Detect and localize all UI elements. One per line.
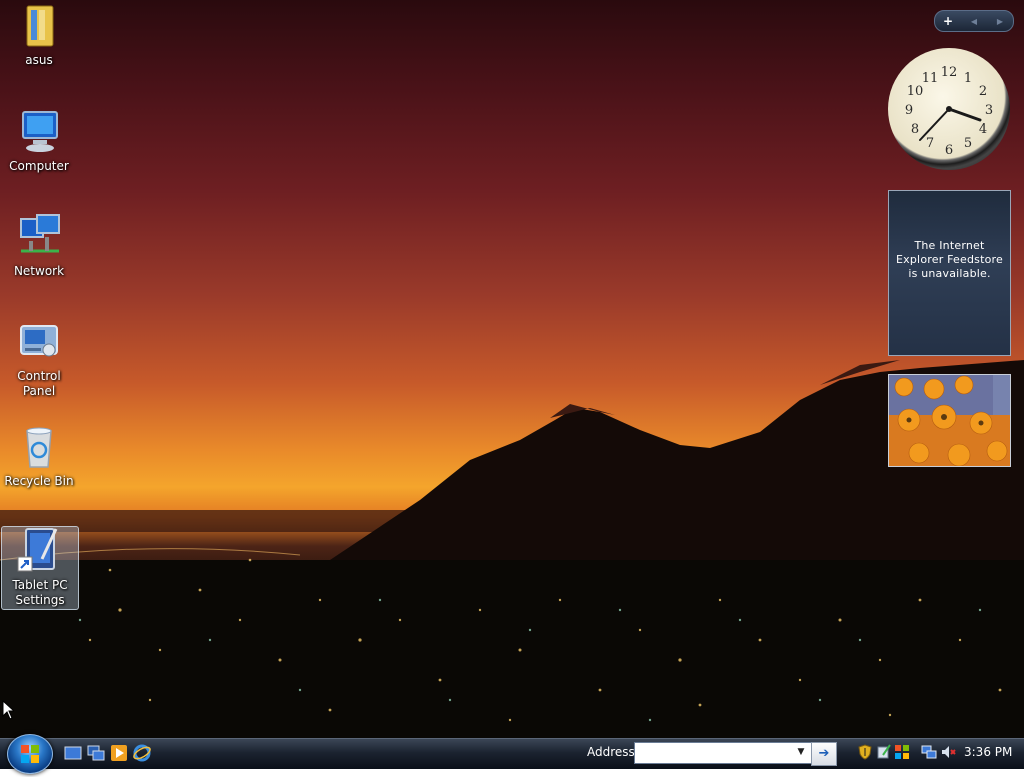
- internet-explorer-icon[interactable]: [133, 744, 151, 762]
- clock-number-7: 7: [926, 136, 934, 151]
- feed-unavailable-message: The Internet Explorer Feedstore is unava…: [896, 239, 1003, 280]
- desktop-icon-asus[interactable]: asus: [0, 2, 78, 68]
- clock-number-8: 8: [911, 122, 919, 137]
- recycle-bin-icon: [15, 423, 63, 471]
- clock-number-11: 11: [922, 71, 939, 86]
- computer-icon: [15, 108, 63, 156]
- wallpaper-scene: [0, 360, 1024, 738]
- clock-number-12: 12: [941, 65, 958, 80]
- switch-windows-icon[interactable]: [87, 744, 105, 762]
- slideshow-image-flowers: [889, 375, 1010, 466]
- desktop-icon-tablet-pc-settings[interactable]: Tablet PC Settings: [1, 526, 79, 610]
- control-panel-icon: [15, 318, 63, 366]
- desktop-icon-label: asus: [25, 53, 53, 67]
- network-connection-icon[interactable]: [921, 744, 937, 760]
- desktop-wallpaper: [0, 0, 1024, 738]
- add-gadget-button[interactable]: +: [939, 14, 957, 28]
- windows-update-icon[interactable]: [894, 744, 910, 760]
- desktop-icon-label: Computer: [9, 159, 69, 173]
- feed-headlines-gadget[interactable]: The Internet Explorer Feedstore is unava…: [888, 190, 1011, 356]
- mouse-cursor-icon: [2, 700, 14, 720]
- clock-face: 12 1 2 3 4 5 6 7 8 9 10 11: [905, 65, 993, 158]
- show-desktop-icon[interactable]: [64, 744, 82, 762]
- address-dropdown-icon[interactable]: ▼: [795, 744, 807, 760]
- clock-number-9: 9: [905, 103, 913, 118]
- clock-number-4: 4: [979, 122, 987, 137]
- address-toolbar-label: Address: [587, 745, 635, 759]
- tablet-pc-settings-icon: [16, 527, 64, 575]
- media-player-icon[interactable]: [110, 744, 128, 762]
- clock-number-3: 3: [985, 103, 993, 118]
- desktop-icon-control-panel[interactable]: Control Panel: [0, 318, 78, 399]
- volume-muted-icon[interactable]: [940, 744, 956, 760]
- clock-number-10: 10: [907, 84, 924, 99]
- desktop-icon-computer[interactable]: Computer: [0, 108, 78, 174]
- address-input[interactable]: [634, 742, 812, 764]
- clock-number-5: 5: [964, 136, 972, 151]
- desktop-icon-label: Network: [13, 264, 65, 278]
- next-page-button[interactable]: ▶: [991, 17, 1009, 26]
- desktop-icon-label: Recycle Bin: [4, 474, 74, 488]
- clock-number-2: 2: [979, 84, 987, 99]
- desktop-icon-label: Tablet PC Settings: [12, 578, 68, 607]
- desktop-icon-label: Control Panel: [17, 369, 61, 398]
- taskbar-clock[interactable]: 3:36 PM: [964, 745, 1012, 759]
- clock-minute-hand: [919, 108, 950, 141]
- desktop-icon-recycle-bin[interactable]: Recycle Bin: [0, 423, 78, 489]
- folder-icon: [15, 2, 63, 50]
- sidebar-controls: + ◀ ▶: [934, 10, 1014, 32]
- network-icon: [15, 213, 63, 261]
- clock-gadget[interactable]: 12 1 2 3 4 5 6 7 8 9 10 11: [888, 48, 1010, 170]
- clock-hour-hand: [947, 107, 982, 122]
- security-shield-icon[interactable]: [857, 744, 873, 760]
- clock-number-6: 6: [945, 143, 953, 158]
- clock-number-1: 1: [964, 71, 972, 86]
- slideshow-gadget[interactable]: [888, 374, 1011, 467]
- windows-start-orb-icon[interactable]: [7, 734, 53, 774]
- tablet-input-icon[interactable]: [876, 744, 892, 760]
- address-go-button[interactable]: ➔: [811, 742, 837, 766]
- desktop-icon-network[interactable]: Network: [0, 213, 78, 279]
- previous-page-button[interactable]: ◀: [965, 17, 983, 26]
